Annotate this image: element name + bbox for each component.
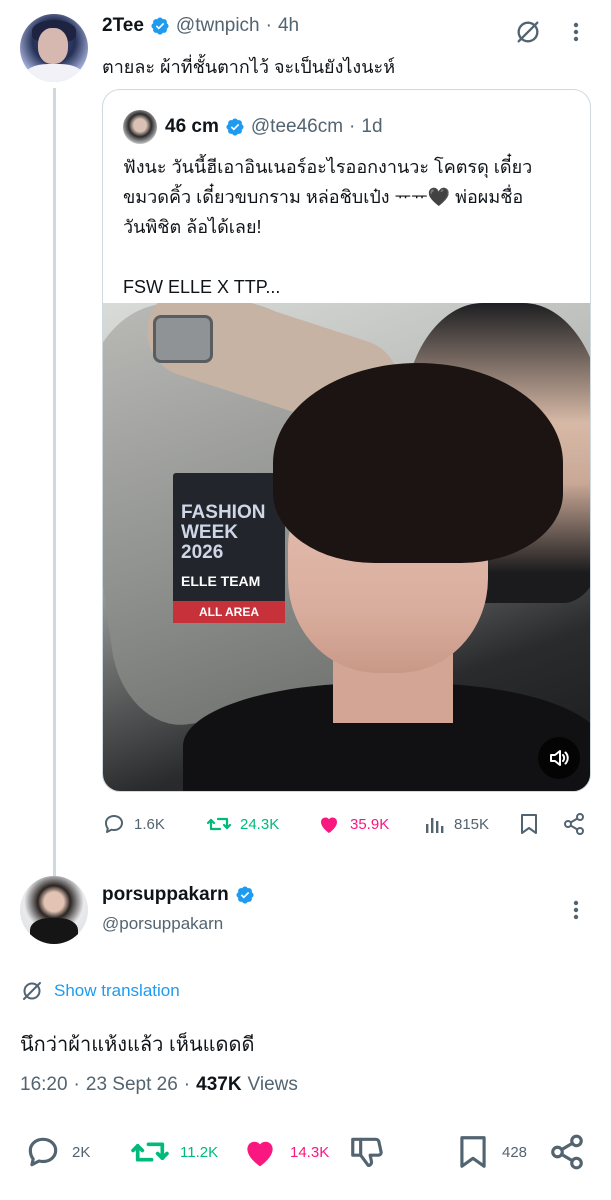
bookmark-button[interactable] <box>518 808 540 840</box>
reply-icon <box>28 1137 58 1167</box>
dot-separator: · <box>349 116 356 137</box>
views-button[interactable]: 815K <box>424 808 489 840</box>
share-icon <box>551 1134 583 1170</box>
heart-icon <box>247 1141 273 1167</box>
grok-icon <box>23 982 41 1000</box>
repost-count: 11.2K <box>180 1143 219 1161</box>
event-badge: FASHION WEEK 2026 ELLE TEAM ALL AREA <box>173 473 285 623</box>
bookmark-icon <box>521 814 537 834</box>
author-name[interactable]: 2Tee <box>102 15 144 37</box>
like-button[interactable]: 35.9K <box>316 808 389 840</box>
tweet-header: 2Tee @twnpich · 4h <box>102 12 299 40</box>
tweet-text: นึกว่าผ้าแห้งแล้ว เห็นแดดดี <box>20 1034 255 1056</box>
share-button[interactable] <box>548 1130 586 1174</box>
analytics-icon <box>426 818 444 833</box>
more-vertical-icon <box>573 22 579 42</box>
quoted-text-line: ฟังนะ วันนี้ฮีเอาอินเนอร์อะไรออกงานวะ โค… <box>123 157 533 177</box>
author-handle[interactable]: @porsuppakarn <box>102 914 223 934</box>
bookmark-count: 428 <box>502 1143 528 1161</box>
quoted-tweet-time[interactable]: 1d <box>361 116 382 138</box>
dot-separator: · <box>265 15 272 36</box>
avatar[interactable] <box>20 876 88 944</box>
bookmark-icon <box>460 1136 486 1168</box>
dot-separator: · <box>73 1074 80 1095</box>
quoted-author-name[interactable]: 46 cm <box>165 116 219 138</box>
repost-button[interactable]: 11.2K <box>130 1130 218 1174</box>
like-count: 14.3K <box>290 1143 330 1161</box>
repost-icon <box>206 817 232 831</box>
views-count: 437K <box>196 1074 242 1095</box>
unmute-button[interactable] <box>538 737 580 779</box>
share-icon <box>564 813 584 835</box>
views-label: Views <box>247 1074 298 1095</box>
verified-badge-icon <box>236 886 254 904</box>
grok-icon <box>517 21 539 43</box>
dot-separator: · <box>183 1074 191 1095</box>
repost-count: 24.3K <box>240 815 280 833</box>
quoted-text-line: FSW ELLE X TTP... <box>123 277 281 297</box>
show-translation-link[interactable]: Show translation <box>20 976 180 1006</box>
reply-button[interactable]: 2K <box>24 1130 90 1174</box>
tweet-meta: 16:20 · 23 Sept 26 · 437K Views <box>20 1074 298 1096</box>
verified-badge-icon <box>151 17 169 35</box>
tweet-text: ตายละ ผ้าที่ชั้นตากไว้ จะเป็นยังไงนะห์ <box>102 57 396 77</box>
more-vertical-icon <box>573 900 579 920</box>
more-options-button[interactable] <box>564 892 588 928</box>
quoted-author-handle[interactable]: @tee46cm <box>251 116 343 138</box>
reply-button[interactable]: 1.6K <box>102 808 165 840</box>
reply-count: 1.6K <box>134 815 165 833</box>
quoted-avatar[interactable] <box>123 110 157 144</box>
quoted-header: 46 cm @tee46cm · 1d <box>165 112 383 142</box>
repost-button[interactable]: 24.3K <box>206 808 279 840</box>
bookmark-button[interactable]: 428 <box>454 1130 527 1174</box>
author-handle[interactable]: @twnpich <box>176 15 260 37</box>
quoted-media-video[interactable]: FASHION WEEK 2026 ELLE TEAM ALL AREA <box>103 303 590 791</box>
speaker-icon <box>550 750 569 766</box>
tweet-actions: 1.6K 24.3K 35.9K 815K <box>102 808 591 840</box>
view-count: 815K <box>454 815 490 833</box>
thumbs-down-icon <box>351 1137 383 1168</box>
more-options-button[interactable] <box>564 14 588 50</box>
translate-icon-button[interactable] <box>510 14 546 50</box>
quoted-text-line: วันพิชิต ล้อได้เลย! <box>123 217 262 237</box>
verified-badge-icon <box>226 118 244 136</box>
tweet-date[interactable]: 23 Sept 26 <box>86 1074 178 1096</box>
repost-icon <box>131 1142 169 1162</box>
show-translation-label[interactable]: Show translation <box>54 981 180 1001</box>
thread-line <box>53 88 56 878</box>
author-name-row: porsuppakarn <box>102 880 255 910</box>
quoted-tweet-text: ฟังนะ วันนี้ฮีเอาอินเนอร์อะไรออกงานวะ โค… <box>123 152 578 302</box>
dislike-button[interactable] <box>348 1130 386 1174</box>
like-button[interactable]: 14.3K <box>240 1130 329 1174</box>
tweet-actions: 2K 11.2K 14.3K 428 <box>20 1130 591 1174</box>
like-count: 35.9K <box>350 815 390 833</box>
share-button[interactable] <box>562 808 586 840</box>
tweet-time[interactable]: 16:20 <box>20 1074 68 1096</box>
heart-icon <box>321 817 337 833</box>
author-name[interactable]: porsuppakarn <box>102 884 229 906</box>
tweet-time[interactable]: 4h <box>278 15 299 37</box>
watch-icon <box>153 315 213 363</box>
quoted-tweet-card[interactable]: 46 cm @tee46cm · 1d ฟังนะ วันนี้ฮีเอาอิน… <box>102 89 591 792</box>
reply-icon <box>105 815 123 833</box>
avatar[interactable] <box>20 14 88 82</box>
quoted-text-line: ขมวดคิ้ว เดี๋ยวขบกราม หล่อชิบเป๋ง ᅲᅲ🖤 พ่… <box>123 187 524 207</box>
reply-count: 2K <box>72 1143 91 1161</box>
